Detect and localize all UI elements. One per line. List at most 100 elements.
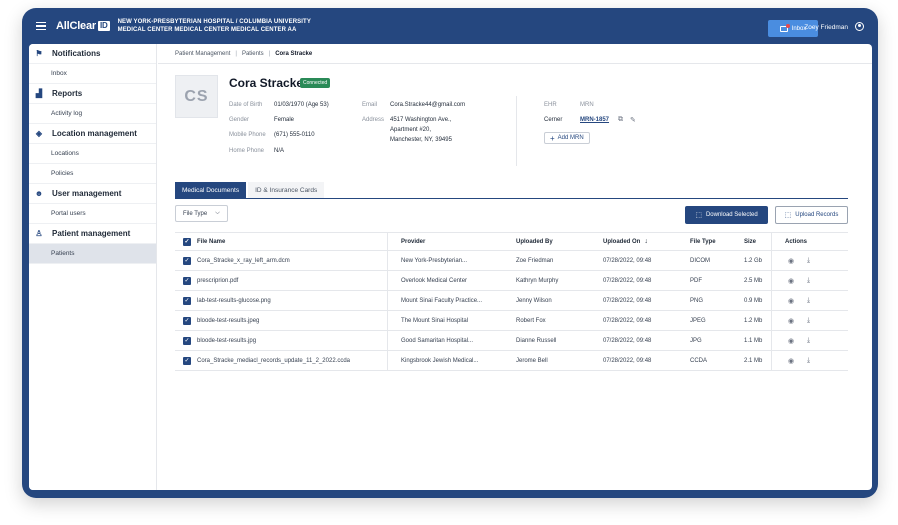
eye-icon[interactable]: ◉: [788, 291, 794, 310]
tab-medical-documents[interactable]: Medical Documents: [175, 182, 247, 198]
gender-label: Gender: [229, 117, 250, 123]
download-icon[interactable]: ⤓: [807, 251, 810, 270]
sidebar-section-label: Notifications: [52, 49, 101, 58]
eye-icon[interactable]: ◉: [788, 271, 794, 290]
sidebar-section-label: User management: [52, 189, 122, 198]
tabs: Medical Documents ID & Insurance Cards: [175, 178, 848, 199]
uploaded-by-cell: Jerome Bell: [516, 357, 548, 364]
sidebar-section-reports[interactable]: ▟ Reports: [29, 84, 156, 104]
add-mrn-label: Add MRN: [557, 135, 584, 141]
home-phone-label: Home Phone: [229, 148, 265, 154]
size-cell: 2.5 Mb: [744, 277, 763, 284]
file-type-dropdown[interactable]: File Type ⌵: [175, 205, 228, 222]
file-type-label: File Type: [183, 210, 208, 217]
row-checkbox[interactable]: ✓: [183, 356, 191, 365]
edit-icon[interactable]: ✎: [630, 116, 636, 124]
download-selected-button[interactable]: ⬚ Download Selected: [685, 206, 768, 224]
breadcrumb-patients[interactable]: Patients: [242, 51, 264, 57]
download-icon[interactable]: ⤓: [807, 271, 810, 290]
breadcrumb: Patient Management | Patients | Cora Str…: [158, 44, 872, 64]
select-all-checkbox[interactable]: ✓: [183, 237, 191, 246]
mrn-link[interactable]: MRN-1857: [580, 115, 609, 125]
sidebar-item-portal-users[interactable]: Portal users: [29, 204, 156, 224]
sidebar-section-label: Location management: [52, 129, 137, 138]
logo-badge: ID: [97, 21, 110, 31]
row-checkbox[interactable]: ✓: [183, 256, 191, 265]
flag-icon: ⚑: [35, 49, 43, 58]
email-label: Email: [362, 102, 378, 108]
user-icon[interactable]: [855, 22, 864, 31]
sidebar-section-patient-management[interactable]: ♙ Patient management: [29, 224, 156, 244]
table-row[interactable]: ✓ bloode-test-results.jpeg The Mount Sinai…: [175, 311, 848, 331]
gender-value: Female: [274, 117, 295, 123]
col-file-type[interactable]: File Type: [690, 233, 716, 250]
sidebar-section-label: Reports: [52, 89, 83, 98]
download-icon: ⬚: [695, 212, 702, 219]
dob-value: 01/03/1970 (Age 53): [274, 102, 329, 108]
sidebar-section-location-management[interactable]: ◈ Location management: [29, 124, 156, 144]
row-checkbox[interactable]: ✓: [183, 276, 191, 285]
eye-icon[interactable]: ◉: [788, 331, 794, 350]
patient-name: Cora Stracke: [229, 76, 304, 90]
row-checkbox[interactable]: ✓: [183, 316, 191, 325]
table-row[interactable]: ✓ bloode-test-results.jpg Good Samaritan H…: [175, 331, 848, 351]
sidebar-section-user-management[interactable]: ☻ User management: [29, 184, 156, 204]
download-icon[interactable]: ⤓: [807, 311, 810, 330]
plus-icon: +: [550, 133, 555, 143]
avatar: CS: [175, 75, 218, 118]
user-name[interactable]: Zoey Friedman: [804, 24, 848, 31]
size-cell: 1.2 Mb: [744, 317, 763, 324]
eye-icon[interactable]: ◉: [788, 251, 794, 270]
file-name-cell: prescriprion.pdf: [197, 277, 239, 284]
file-type-cell: PNG: [690, 297, 704, 304]
provider-cell: New York-Presbyterian...: [401, 257, 468, 264]
table-row[interactable]: ✓ lab-test-results-glucose.png Mount Sinai…: [175, 291, 848, 311]
top-bar: AllClear ID NEW YORK-PRESBYTERIAN HOSPIT…: [22, 8, 878, 44]
menu-icon[interactable]: [36, 22, 46, 30]
sidebar-item-patients[interactable]: Patients: [29, 244, 156, 264]
file-name-cell: Cora_Stracke_x_ray_left_arm.dcm: [197, 257, 290, 264]
size-cell: 1.2 Gb: [744, 257, 763, 264]
upload-records-button[interactable]: ⬚ Upload Records: [775, 206, 848, 224]
col-file-name[interactable]: File Name: [197, 233, 225, 250]
sidebar-item-inbox[interactable]: Inbox: [29, 64, 156, 84]
col-uploaded-on[interactable]: Uploaded On ↓: [603, 233, 648, 250]
download-icon[interactable]: ⤓: [807, 331, 810, 350]
row-checkbox[interactable]: ✓: [183, 336, 191, 345]
size-cell: 1.1 Mb: [744, 337, 763, 344]
file-type-cell: CCDA: [690, 357, 708, 364]
download-icon[interactable]: ⤓: [807, 351, 810, 370]
col-size[interactable]: Size: [744, 233, 756, 250]
sidebar-item-locations[interactable]: Locations: [29, 144, 156, 164]
envelope-icon: [779, 23, 790, 32]
logo: AllClear ID: [56, 20, 110, 32]
breadcrumb-patient-management[interactable]: Patient Management: [175, 51, 230, 57]
eye-icon[interactable]: ◉: [788, 351, 794, 370]
uploaded-on-cell: 07/28/2022, 09:48: [603, 337, 652, 344]
col-uploaded-by[interactable]: Uploaded By: [516, 233, 553, 250]
add-mrn-button[interactable]: + Add MRN: [544, 132, 590, 144]
download-icon[interactable]: ⤓: [807, 291, 810, 310]
documents-table: ✓ File Name Provider Uploaded By Uploade…: [175, 232, 848, 371]
row-checkbox[interactable]: ✓: [183, 296, 191, 305]
status-badge: Connected: [300, 78, 331, 88]
eye-icon[interactable]: ◉: [788, 311, 794, 330]
table-row[interactable]: ✓ Cora_Stracke_x_ray_left_arm.dcm New York…: [175, 251, 848, 271]
table-row[interactable]: ✓ Cora_Stracke_mediacl_records_update_11_…: [175, 351, 848, 371]
col-provider[interactable]: Provider: [401, 233, 425, 250]
org-line-1: NEW YORK-PRESBYTERIAN HOSPITAL / COLUMBI…: [117, 18, 311, 25]
divider: [516, 96, 517, 166]
logo-text: AllClear: [56, 20, 96, 32]
ehr-label: EHR: [544, 102, 557, 108]
patient-icon: ♙: [35, 229, 43, 238]
sidebar-item-policies[interactable]: Policies: [29, 164, 156, 184]
copy-icon[interactable]: ⧉: [618, 116, 623, 124]
sidebar-section-notifications[interactable]: ⚑ Notifications: [29, 44, 156, 64]
size-cell: 0.9 Mb: [744, 297, 763, 304]
table-row[interactable]: ✓ prescriprion.pdf Overlook Medical Center…: [175, 271, 848, 291]
uploaded-by-cell: Robert Fox: [516, 317, 546, 324]
table-header: ✓ File Name Provider Uploaded By Uploade…: [175, 232, 848, 251]
sidebar-item-activity-log[interactable]: Activity log: [29, 104, 156, 124]
tab-id-insurance-cards[interactable]: ID & Insurance Cards: [248, 182, 325, 198]
uploaded-by-cell: Kathryn Murphy: [516, 277, 559, 284]
